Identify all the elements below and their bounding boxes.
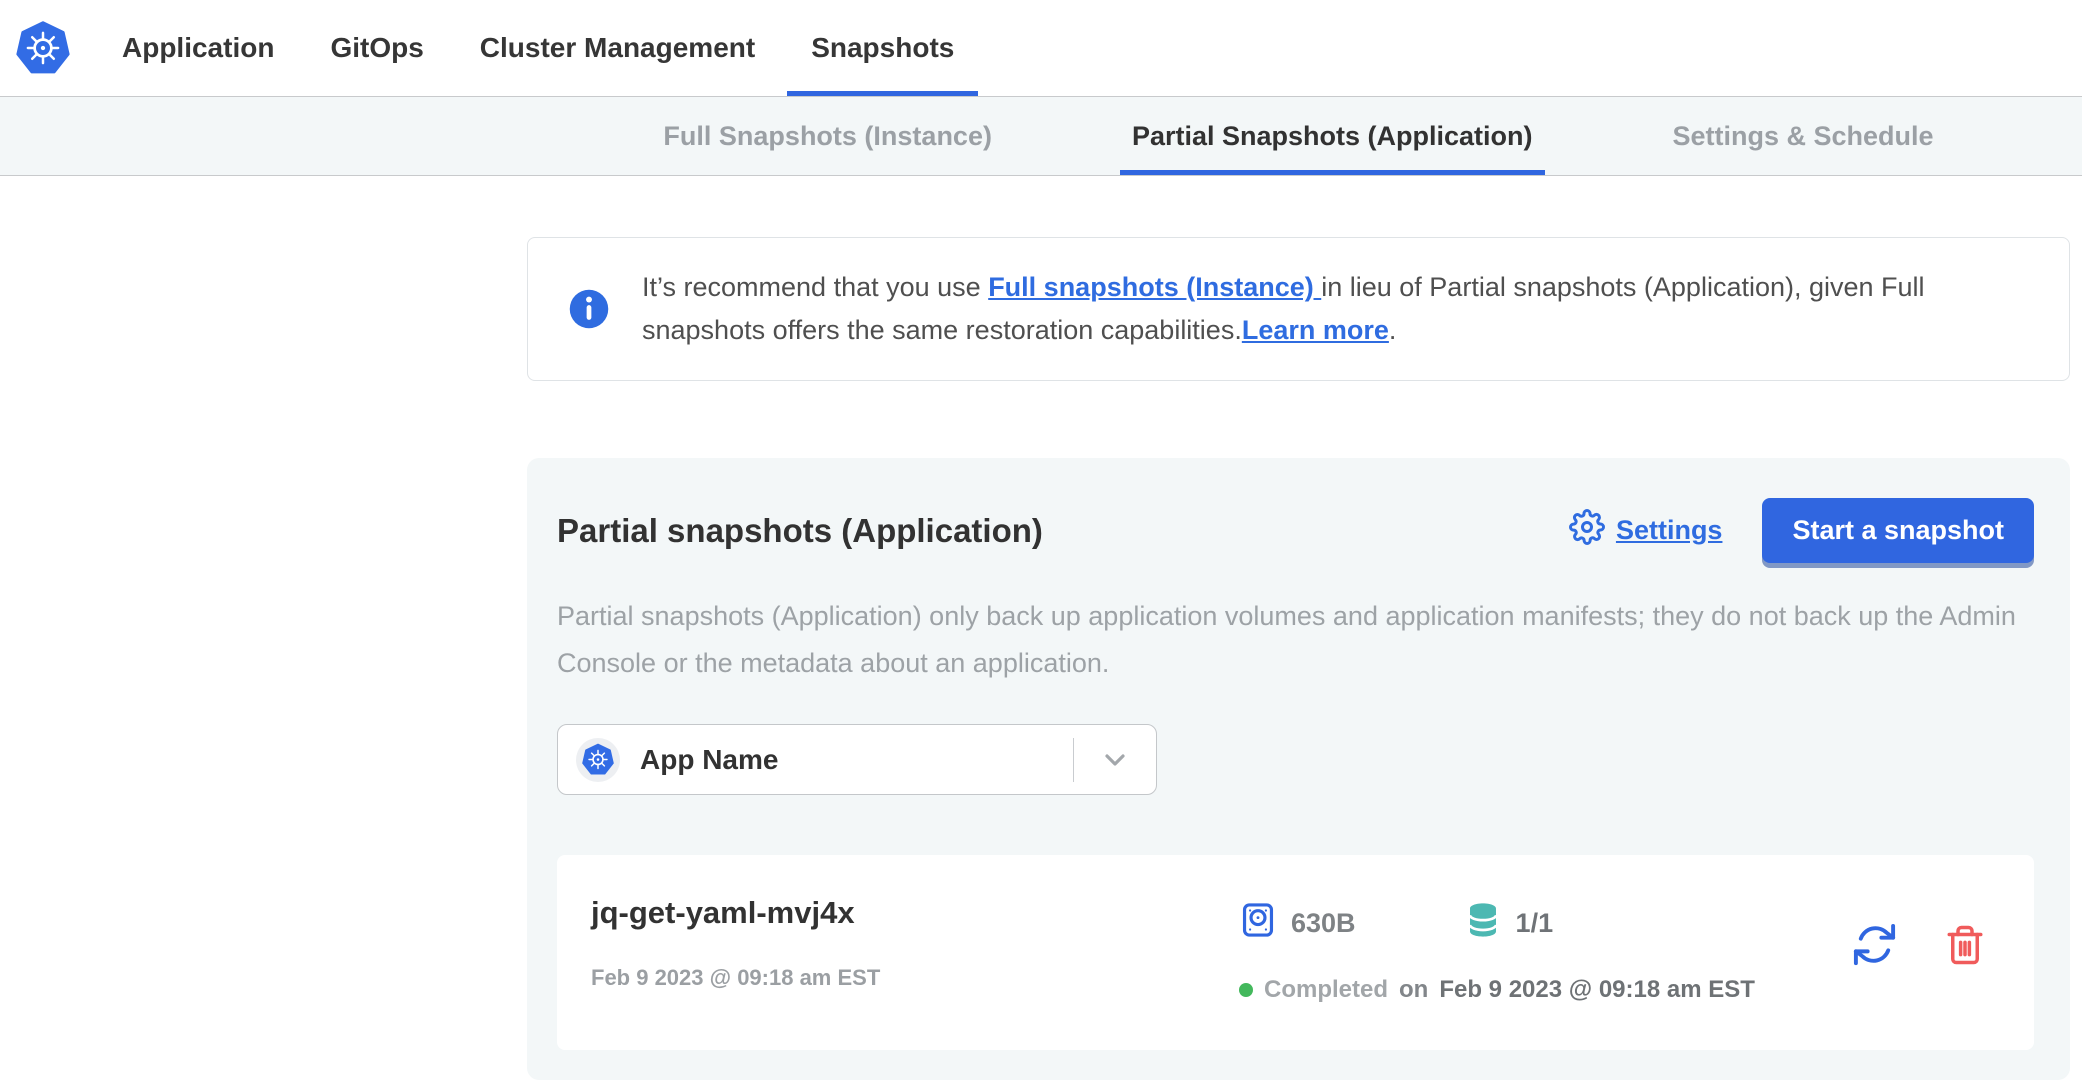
- tab-partial-snapshots-application[interactable]: Partial Snapshots (Application): [1120, 97, 1545, 175]
- nav-item-cluster-management[interactable]: Cluster Management: [456, 0, 779, 96]
- snapshot-details: 630B 1/1: [1239, 895, 1755, 1004]
- delete-snapshot-button[interactable]: [1944, 924, 1986, 966]
- status-dot-icon: [1239, 983, 1253, 997]
- status-finished-date: Feb 9 2023 @ 09:18 am EST: [1439, 976, 1755, 1004]
- status-preposition: on: [1399, 976, 1428, 1004]
- panel-description: Partial snapshots (Application) only bac…: [557, 593, 2034, 687]
- nav-item-gitops[interactable]: GitOps: [306, 0, 447, 96]
- database-icon: [1464, 901, 1502, 946]
- info-icon: [568, 288, 610, 330]
- kubernetes-logo: [16, 0, 70, 96]
- info-banner: It’s recommend that you use Full snapsho…: [527, 237, 2070, 381]
- nav-item-application[interactable]: Application: [98, 0, 298, 96]
- banner-text-before: It’s recommend that you use: [642, 272, 988, 302]
- snapshot-actions: [1851, 895, 1990, 968]
- panel-header: Partial snapshots (Application) Settings…: [557, 498, 2034, 563]
- snapshot-created-date: Feb 9 2023 @ 09:18 am EST: [591, 965, 1239, 991]
- snapshot-stats: 630B 1/1: [1239, 901, 1755, 946]
- partial-snapshots-panel: Partial snapshots (Application) Settings…: [527, 458, 2070, 1080]
- snapshot-volumes: 1/1: [1516, 908, 1554, 939]
- snapshots-tab-bar: Full Snapshots (Instance) Partial Snapsh…: [0, 97, 2082, 176]
- nav-item-snapshots[interactable]: Snapshots: [787, 0, 978, 96]
- info-banner-text: It’s recommend that you use Full snapsho…: [642, 266, 2029, 352]
- start-snapshot-button[interactable]: Start a snapshot: [1762, 498, 2034, 563]
- status-label: Completed: [1264, 976, 1388, 1004]
- gear-icon: [1569, 509, 1605, 552]
- disk-icon: [1239, 901, 1277, 946]
- snapshot-name: jq-get-yaml-mvj4x: [591, 895, 1239, 931]
- page-content: It’s recommend that you use Full snapsho…: [527, 237, 2070, 1080]
- app-select-value: App Name: [640, 744, 1073, 776]
- top-navigation: Application GitOps Cluster Management Sn…: [0, 0, 2082, 97]
- snapshot-row: jq-get-yaml-mvj4x Feb 9 2023 @ 09:18 am …: [557, 855, 2034, 1050]
- app-name-select[interactable]: App Name: [557, 724, 1157, 795]
- learn-more-link[interactable]: Learn more: [1242, 315, 1389, 345]
- full-snapshots-link[interactable]: Full snapshots (Instance): [988, 272, 1321, 302]
- app-kubernetes-icon: [576, 738, 620, 782]
- banner-text-after: .: [1389, 315, 1397, 345]
- settings-link-label: Settings: [1616, 515, 1723, 546]
- snapshot-status: Completed on Feb 9 2023 @ 09:18 am EST: [1239, 976, 1755, 1004]
- trash-icon: [1944, 954, 1986, 969]
- snapshot-size: 630B: [1291, 908, 1356, 939]
- restore-snapshot-button[interactable]: [1851, 921, 1898, 968]
- snapshot-size-stat: 630B: [1239, 901, 1356, 946]
- tab-full-snapshots-instance[interactable]: Full Snapshots (Instance): [651, 97, 1004, 175]
- snapshot-identity: jq-get-yaml-mvj4x Feb 9 2023 @ 09:18 am …: [591, 895, 1239, 991]
- snapshot-volumes-stat: 1/1: [1464, 901, 1554, 946]
- tab-settings-schedule[interactable]: Settings & Schedule: [1661, 97, 1946, 175]
- chevron-down-icon: [1074, 744, 1156, 776]
- panel-title: Partial snapshots (Application): [557, 512, 1569, 550]
- restore-icon: [1851, 956, 1898, 971]
- snapshot-settings-link[interactable]: Settings: [1569, 509, 1723, 552]
